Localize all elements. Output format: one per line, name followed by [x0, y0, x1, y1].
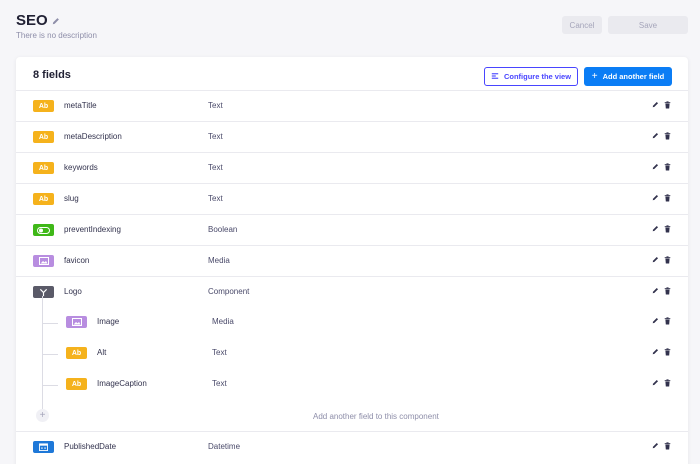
trash-icon[interactable]: [664, 256, 671, 264]
field-type: Text: [212, 348, 227, 357]
pencil-icon[interactable]: [652, 225, 659, 232]
field-name: PublishedDate: [64, 442, 117, 451]
trash-icon[interactable]: [664, 132, 671, 140]
trash-icon[interactable]: [664, 317, 671, 325]
field-row[interactable]: Ab slug Text: [16, 183, 688, 214]
layout-icon: [491, 72, 499, 82]
field-row[interactable]: Ab keywords Text: [16, 152, 688, 183]
field-row[interactable]: Logo Component: [16, 276, 688, 307]
field-row[interactable]: Ab metaDescription Text: [16, 121, 688, 152]
calendar-icon: [33, 441, 54, 453]
field-name: Image: [97, 317, 120, 326]
field-name: metaDescription: [64, 132, 122, 141]
field-name: slug: [64, 194, 79, 203]
pencil-icon[interactable]: [52, 17, 60, 25]
pencil-icon[interactable]: [652, 194, 659, 201]
pencil-icon[interactable]: [652, 348, 659, 355]
pencil-icon[interactable]: [652, 163, 659, 170]
component-field-row[interactable]: Ab ImageCaption Text: [16, 369, 688, 400]
field-row[interactable]: Ab metaTitle Text: [16, 90, 688, 121]
plus-icon: +: [591, 71, 598, 82]
text-type-badge: Ab: [33, 162, 54, 174]
pencil-icon[interactable]: [652, 101, 659, 108]
configure-view-label: Configure the view: [503, 72, 572, 81]
field-name: favicon: [64, 256, 90, 265]
cancel-button[interactable]: Cancel: [562, 16, 602, 34]
trash-icon[interactable]: [664, 287, 671, 295]
text-type-badge: Ab: [33, 193, 54, 205]
field-type: Text: [212, 379, 227, 388]
pencil-icon[interactable]: [652, 287, 659, 294]
text-type-badge: Ab: [66, 378, 87, 390]
field-row[interactable]: PublishedDate Datetime: [16, 431, 688, 462]
add-component-field-link[interactable]: Add another field to this component: [313, 412, 439, 421]
trash-icon[interactable]: [664, 225, 671, 233]
field-name: Logo: [64, 287, 82, 296]
text-type-badge: Ab: [33, 100, 54, 112]
text-type-badge: Ab: [66, 347, 87, 359]
field-type: Text: [208, 163, 223, 172]
trash-icon[interactable]: [664, 101, 671, 109]
pencil-icon[interactable]: [652, 132, 659, 139]
field-name: keywords: [64, 163, 98, 172]
page-title-wrap: SEO: [16, 12, 60, 29]
fields-count: 8 fields: [33, 69, 71, 81]
trash-icon[interactable]: [664, 163, 671, 171]
field-name: Alt: [97, 348, 107, 357]
field-type: Text: [208, 101, 223, 110]
save-button[interactable]: Save: [608, 16, 688, 34]
image-icon: [33, 255, 54, 267]
configure-view-button[interactable]: Configure the view: [484, 67, 578, 86]
add-component-field-icon[interactable]: +: [36, 409, 49, 422]
field-type: Text: [208, 194, 223, 203]
pencil-icon[interactable]: [652, 317, 659, 324]
field-name: preventIndexing: [64, 225, 121, 234]
add-field-button[interactable]: + Add another field: [584, 67, 672, 86]
image-icon: [66, 316, 87, 328]
field-row[interactable]: favicon Media: [16, 245, 688, 276]
field-type: Datetime: [208, 442, 241, 451]
component-field-row[interactable]: Ab Alt Text: [16, 338, 688, 369]
component-field-row[interactable]: Image Media: [16, 307, 688, 338]
field-type: Media: [212, 317, 234, 326]
trash-icon[interactable]: [664, 379, 671, 387]
field-name: metaTitle: [64, 101, 97, 110]
fields-card: 8 fields Configure the view + Add anothe…: [16, 57, 688, 464]
field-type: Component: [208, 287, 250, 296]
pencil-icon[interactable]: [652, 379, 659, 386]
toggle-icon: [33, 224, 54, 236]
text-type-badge: Ab: [33, 131, 54, 143]
add-field-label: Add another field: [602, 72, 665, 81]
page-title: SEO: [16, 12, 48, 29]
field-type: Text: [208, 132, 223, 141]
component-icon: [33, 286, 54, 298]
trash-icon[interactable]: [664, 442, 671, 450]
field-type: Media: [208, 256, 230, 265]
trash-icon[interactable]: [664, 194, 671, 202]
pencil-icon[interactable]: [652, 256, 659, 263]
field-type: Boolean: [208, 225, 238, 234]
pencil-icon[interactable]: [652, 442, 659, 449]
field-name: ImageCaption: [97, 379, 147, 388]
page-description: There is no description: [16, 31, 97, 40]
page-header: SEO There is no description Cancel Save: [0, 0, 700, 56]
trash-icon[interactable]: [664, 348, 671, 356]
field-row[interactable]: preventIndexing Boolean: [16, 214, 688, 245]
